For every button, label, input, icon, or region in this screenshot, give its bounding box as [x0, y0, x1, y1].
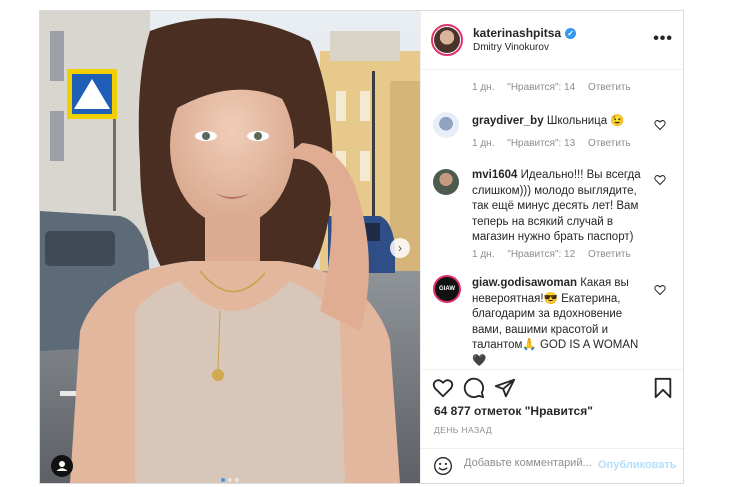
list-item: graydiver_by Школьница 😉 [472, 114, 652, 130]
bookmark-icon[interactable] [652, 377, 674, 399]
comment-likes[interactable]: "Нравится": 13 [507, 138, 575, 149]
verified-icon: ✓ [565, 28, 577, 39]
commenter-avatar[interactable] [433, 169, 459, 195]
comment-meta: 1 дн. "Нравится": 14 Ответить [472, 82, 641, 93]
likes-count[interactable]: 64 877 отметок "Нравится" [434, 404, 593, 418]
heart-icon[interactable] [432, 377, 454, 399]
list-item: mvi1604 Идеально!!! Вы всегда слишком)))… [472, 168, 652, 246]
comment-time[interactable]: 1 дн. [472, 82, 494, 93]
tag-user-icon [56, 461, 68, 471]
post-header: katerinashpitsa ✓ Dmitry Vinokurov ••• [421, 11, 685, 70]
reply-button[interactable]: Ответить [588, 82, 631, 93]
commenter-avatar[interactable] [433, 112, 459, 138]
comment-input[interactable] [464, 457, 594, 469]
instagram-post: › katerinashpitsa ✓ Dmitry Vinokurov ••• … [39, 10, 685, 487]
author-avatar[interactable] [431, 24, 463, 56]
commenter-avatar[interactable]: GIAW [433, 275, 461, 303]
comment-heart-icon[interactable] [654, 284, 666, 296]
post-time[interactable]: День назад [434, 425, 492, 435]
post-actions: 64 877 отметок "Нравится" День назад Опу… [421, 369, 685, 480]
chevron-right-icon: › [398, 241, 402, 255]
smiley-icon[interactable] [433, 456, 453, 476]
comment-text: Школьница 😉 [546, 115, 625, 127]
reply-button[interactable]: Ответить [588, 138, 631, 149]
list-item: giaw.godisawoman Какая вы невероятная!😎 … [472, 276, 652, 369]
post-image [40, 11, 420, 483]
comment-time[interactable]: 1 дн. [472, 249, 494, 260]
comment-meta: 1 дн. "Нравится": 13 Ответить [472, 138, 641, 149]
comment-icon[interactable] [463, 377, 485, 399]
post-photo[interactable] [40, 11, 420, 483]
comment-heart-icon[interactable] [654, 119, 666, 131]
post-details: katerinashpitsa ✓ Dmitry Vinokurov ••• 1 … [420, 11, 685, 483]
comment-text: Какая вы невероятная!😎 Екатерина, благод… [472, 277, 639, 367]
carousel-indicator [221, 469, 242, 487]
share-icon[interactable] [494, 377, 516, 399]
comments-list[interactable]: 1 дн. "Нравится": 14 Ответить graydiver_… [421, 69, 685, 369]
add-comment-bar: Опубликовать [421, 448, 685, 481]
comment-meta: 1 дн. "Нравится": 12 Ответить [472, 249, 641, 260]
comment-likes[interactable]: "Нравится": 12 [507, 249, 575, 260]
comment-time[interactable]: 1 дн. [472, 138, 494, 149]
author-username[interactable]: katerinashpitsa [473, 26, 561, 40]
reply-button[interactable]: Ответить [588, 249, 631, 260]
author-subtitle[interactable]: Dmitry Vinokurov [473, 42, 549, 53]
tag-user-button[interactable] [51, 455, 73, 477]
commenter-username[interactable]: mvi1604 [472, 169, 517, 181]
publish-button[interactable]: Опубликовать [598, 459, 677, 471]
more-icon[interactable]: ••• [653, 30, 673, 48]
comment-likes[interactable]: "Нравится": 14 [507, 82, 575, 93]
next-slide-button[interactable]: › [390, 238, 410, 258]
commenter-username[interactable]: giaw.godisawoman [472, 277, 577, 289]
commenter-username[interactable]: graydiver_by [472, 115, 544, 127]
comment-heart-icon[interactable] [654, 174, 666, 186]
